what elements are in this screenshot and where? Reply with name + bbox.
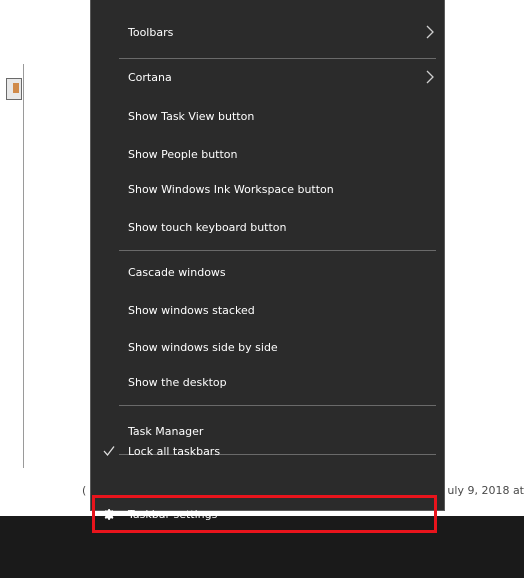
menu-item-taskbar-settings[interactable]: Taskbar settings: [91, 496, 444, 532]
menu-item-show-people[interactable]: Show People button: [91, 136, 444, 172]
menu-item-label: Show Task View button: [128, 109, 255, 123]
menu-item-label: Show Windows Ink Workspace button: [128, 182, 334, 196]
menu-item-label: Lock all taskbars: [128, 444, 221, 458]
menu-item-label: Cortana: [128, 70, 172, 84]
menu-item-label: Taskbar settings: [128, 507, 218, 521]
menu-item-label: Toolbars: [128, 25, 174, 39]
menu-item-label: Cascade windows: [128, 265, 226, 279]
menu-item-cortana[interactable]: Cortana: [91, 59, 444, 95]
chevron-right-icon: [426, 25, 434, 39]
background-date-text: uly 9, 2018 at: [447, 484, 524, 497]
gear-icon: [101, 506, 117, 522]
chevron-right-icon: [426, 70, 434, 84]
menu-item-show-touch-keyboard[interactable]: Show touch keyboard button: [91, 209, 444, 245]
menu-item-show-ink-workspace[interactable]: Show Windows Ink Workspace button: [91, 171, 444, 207]
menu-item-label: Show touch keyboard button: [128, 220, 287, 234]
menu-item-show-desktop[interactable]: Show the desktop: [91, 364, 444, 400]
screen: ( uly 9, 2018 at Toolbars Cortana Show T…: [0, 0, 524, 578]
menu-item-lock-all-taskbars-visible[interactable]: Lock all taskbars: [91, 433, 444, 469]
background-window-edge: [0, 64, 24, 468]
menu-item-toolbars[interactable]: Toolbars: [91, 14, 444, 50]
background-text-fragment: (: [82, 484, 87, 497]
menu-item-label: Show windows side by side: [128, 340, 278, 354]
menu-item-label: Show windows stacked: [128, 303, 255, 317]
menu-item-label: Show People button: [128, 147, 238, 161]
checkmark-icon: [101, 443, 117, 459]
menu-item-windows-stacked[interactable]: Show windows stacked: [91, 292, 444, 328]
menu-item-show-task-view[interactable]: Show Task View button: [91, 98, 444, 134]
menu-item-cascade-windows[interactable]: Cascade windows: [91, 254, 444, 290]
menu-item-label: Show the desktop: [128, 375, 227, 389]
menu-separator: [119, 405, 436, 406]
window-scroll-icon: [6, 78, 22, 100]
menu-separator: [119, 250, 436, 251]
menu-item-windows-side-by-side[interactable]: Show windows side by side: [91, 329, 444, 365]
